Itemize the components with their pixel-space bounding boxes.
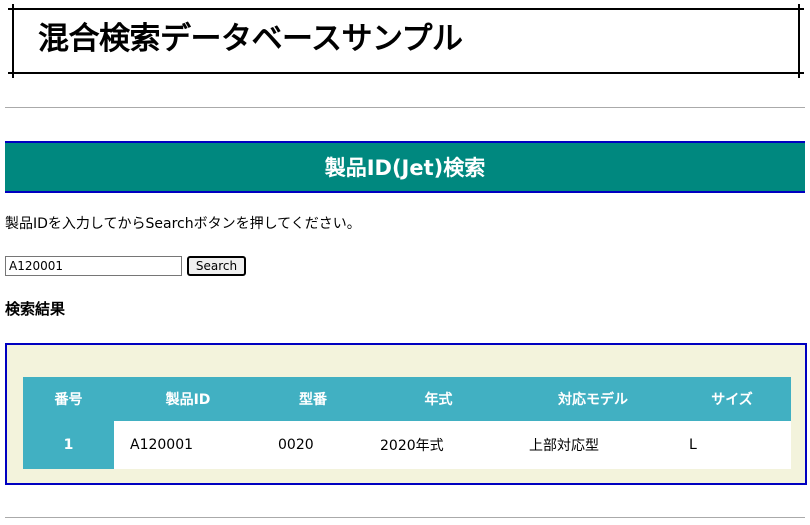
cell-year: 2020年式 <box>364 421 513 469</box>
results-frame: 番号 製品ID 型番 年式 対応モデル サイズ 1 A120001 0020 2… <box>5 343 807 485</box>
page-title: 混合検索データベースサンプル <box>38 21 463 57</box>
section-header: 製品ID(Jet)検索 <box>5 141 805 193</box>
column-header: サイズ <box>673 377 791 421</box>
section-title: 製品ID(Jet)検索 <box>324 156 486 180</box>
divider <box>5 517 805 518</box>
corner-tick <box>800 72 804 74</box>
corner-tick <box>12 74 14 78</box>
cell-product-id: A120001 <box>114 421 262 469</box>
row-number: 1 <box>23 421 114 469</box>
corner-tick <box>12 4 14 8</box>
divider <box>5 107 805 108</box>
results-table: 番号 製品ID 型番 年式 対応モデル サイズ 1 A120001 0020 2… <box>23 377 791 469</box>
corner-tick <box>798 4 800 8</box>
column-header: 型番 <box>262 377 364 421</box>
product-id-input[interactable] <box>5 256 182 276</box>
column-header: 年式 <box>364 377 513 421</box>
instructions-text: 製品IDを入力してからSearchボタンを押してください。 <box>5 216 361 232</box>
corner-tick <box>800 8 804 10</box>
cell-compatible-model: 上部対応型 <box>513 421 673 469</box>
results-heading: 検索結果 <box>5 300 66 318</box>
table-header-row: 番号 製品ID 型番 年式 対応モデル サイズ <box>23 377 791 421</box>
cell-size: L <box>673 421 791 469</box>
table-row: 1 A120001 0020 2020年式 上部対応型 L <box>23 421 791 469</box>
column-header: 対応モデル <box>513 377 673 421</box>
cell-model-number: 0020 <box>262 421 364 469</box>
search-button[interactable]: Search <box>187 256 246 276</box>
column-header: 番号 <box>23 377 114 421</box>
corner-tick <box>798 74 800 78</box>
corner-tick <box>8 8 12 10</box>
column-header: 製品ID <box>114 377 262 421</box>
